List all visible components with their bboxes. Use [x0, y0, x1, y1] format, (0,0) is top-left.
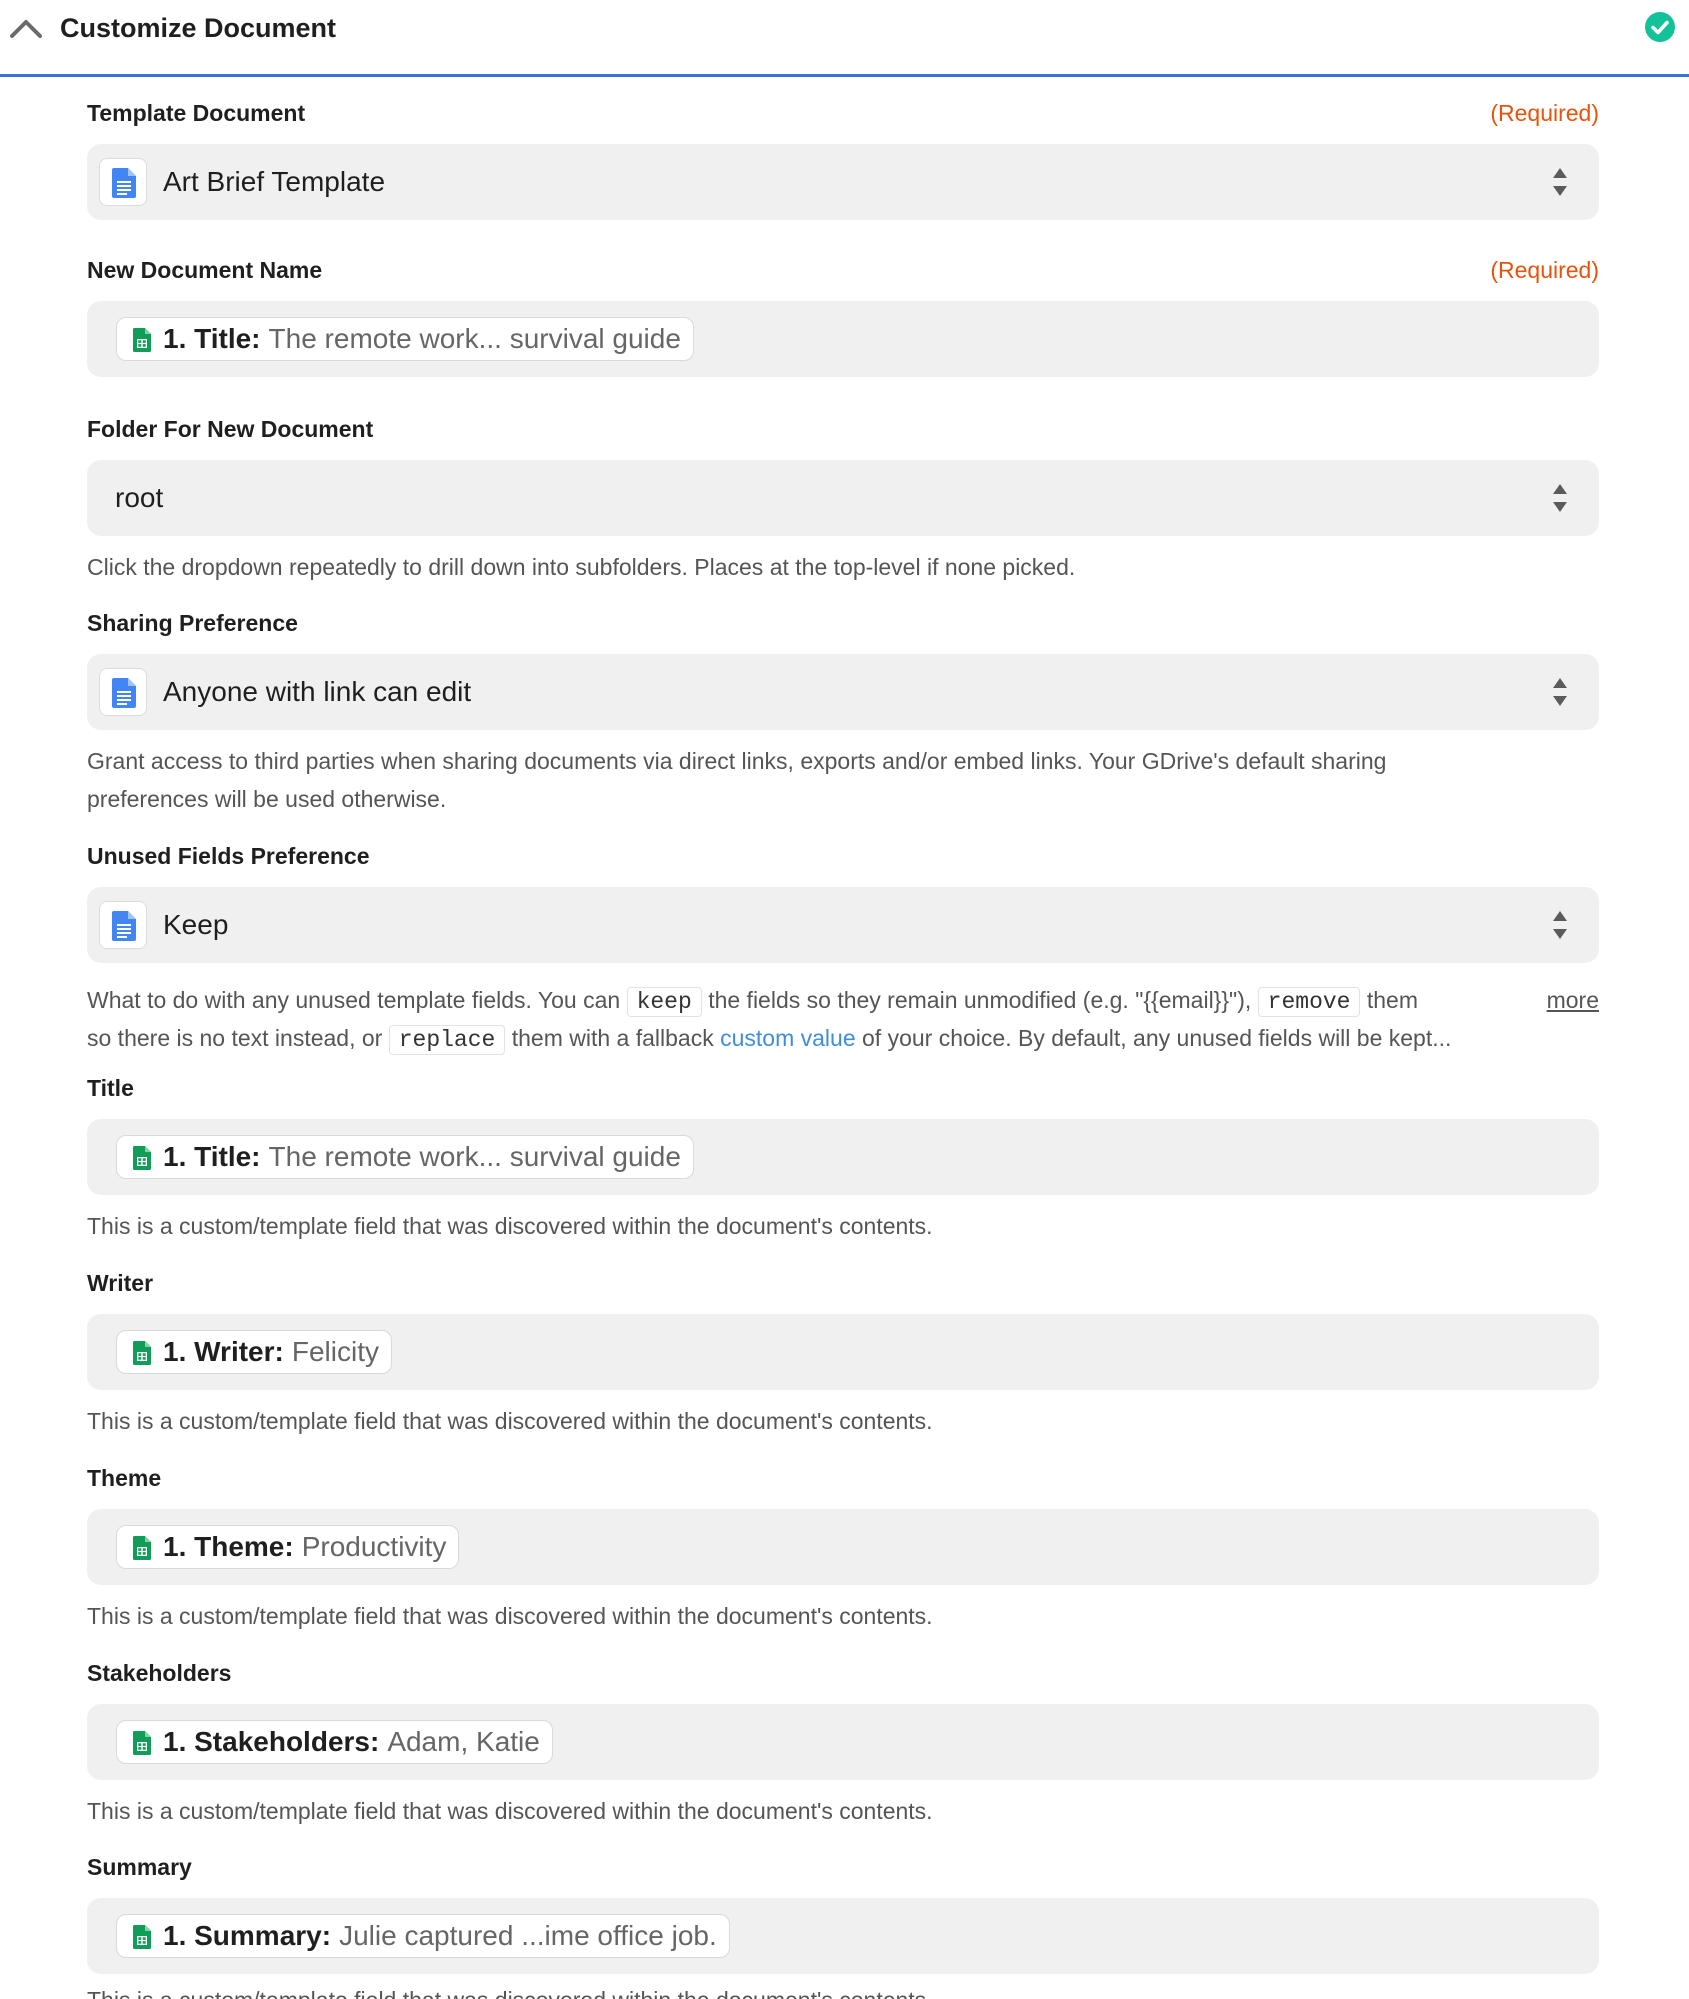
new-document-name-field: New Document Name (Required) 1. Title: Th…: [87, 256, 1599, 386]
pill-key: 1. Summary:: [163, 1920, 332, 1951]
mapped-value-pill[interactable]: 1. Summary: Julie captured ...ime office …: [116, 1914, 730, 1958]
help-text-line-2: preferences will be used otherwise.: [87, 786, 447, 812]
google-sheets-icon: [133, 1536, 151, 1560]
required-marker: (Required): [1490, 257, 1599, 283]
google-sheets-icon: [133, 1146, 151, 1170]
custom-field-input[interactable]: 1. Stakeholders: Adam, Katie: [87, 1704, 1599, 1780]
selected-value: Keep: [163, 909, 229, 940]
section-title[interactable]: Customize Document: [60, 10, 336, 46]
google-docs-icon: [99, 901, 147, 949]
field-label: Template Document: [87, 100, 306, 126]
pill-value: Productivity: [301, 1531, 447, 1562]
google-sheets-icon: [133, 328, 151, 352]
sort-arrows-icon: [1553, 484, 1567, 512]
custom-field-stakeholders: Stakeholders 1. Stakeholders: Adam, Katie…: [87, 1659, 1599, 1829]
custom-field-summary: Summary 1. Summary: Julie captured ...ime…: [87, 1853, 1599, 1999]
help-text-line-1: Grant access to third parties when shari…: [87, 748, 1387, 774]
folder-field: Folder For New Document root Click the d…: [87, 415, 1599, 585]
code-remove: remove: [1257, 987, 1361, 1017]
mapped-value-pill[interactable]: 1. Writer: Felicity: [116, 1330, 392, 1374]
help-fragment: so there is no text instead, or: [87, 1025, 383, 1051]
custom-field-input[interactable]: 1. Theme: Productivity: [87, 1509, 1599, 1585]
help-text-line-2: so there is no text instead, or replace …: [87, 1019, 1451, 1059]
mapped-value-pill[interactable]: 1. Title: The remote work... survival gui…: [116, 317, 694, 361]
pill-value: Adam, Katie: [387, 1726, 540, 1757]
sort-arrows-icon: [1553, 911, 1567, 939]
google-docs-icon: [99, 158, 147, 206]
sharing-preference-select[interactable]: Anyone with link can edit: [87, 654, 1599, 730]
code-replace: replace: [388, 1025, 506, 1055]
help-text: This is a custom/template field that was…: [87, 1213, 933, 1239]
template-document-field: Template Document (Required) Art Brief T…: [87, 99, 1599, 229]
customize-document-panel: Customize Document Template Document (Re…: [0, 0, 1689, 1999]
field-label: Writer: [87, 1270, 154, 1296]
custom-field-input[interactable]: 1. Title: The remote work... survival gui…: [87, 1119, 1599, 1195]
help-fragment: the fields so they remain unmodified (e.…: [708, 987, 1252, 1013]
google-sheets-icon: [133, 1341, 151, 1365]
pill-key: 1. Title:: [163, 1141, 261, 1172]
custom-value-link[interactable]: custom value: [720, 1025, 856, 1051]
code-keep: keep: [626, 987, 702, 1017]
custom-field-input[interactable]: 1. Writer: Felicity: [87, 1314, 1599, 1390]
help-fragment: them with a fallback: [511, 1025, 714, 1051]
help-fragment: What to do with any unused template fiel…: [87, 987, 621, 1013]
field-label: Folder For New Document: [87, 416, 374, 442]
pill-value: The remote work... survival guide: [268, 323, 681, 354]
help-text: This is a custom/template field that was…: [87, 1408, 933, 1434]
check-circle-icon: [1644, 11, 1676, 43]
field-label: Stakeholders: [87, 1660, 232, 1686]
pill-value: Felicity: [291, 1336, 379, 1367]
pill-key: 1. Theme:: [163, 1531, 294, 1562]
help-text: This is a custom/template field that was…: [87, 1603, 933, 1629]
sort-arrows-icon: [1553, 168, 1567, 196]
sharing-preference-field: Sharing Preference Anyone with link can …: [87, 609, 1599, 812]
custom-field-input[interactable]: 1. Summary: Julie captured ...ime office …: [87, 1898, 1599, 1974]
custom-field-writer: Writer 1. Writer: Felicity This is a cust…: [87, 1269, 1599, 1439]
help-fragment: of your choice. By default, any unused f…: [862, 1025, 1452, 1051]
unused-fields-preference-field: Unused Fields Preference Keep What to do…: [87, 842, 1599, 1055]
field-label: Sharing Preference: [87, 610, 298, 636]
pill-value: The remote work... survival guide: [268, 1141, 681, 1172]
help-text: This is a custom/template field that was…: [87, 1981, 933, 1999]
template-document-select[interactable]: Art Brief Template: [87, 144, 1599, 220]
selected-value: root: [115, 482, 164, 513]
help-text-line-1: What to do with any unused template fiel…: [87, 981, 1418, 1021]
google-docs-icon: [99, 668, 147, 716]
selected-value: Anyone with link can edit: [163, 676, 472, 707]
field-label: Unused Fields Preference: [87, 843, 370, 869]
mapped-value-pill[interactable]: 1. Title: The remote work... survival gui…: [116, 1135, 694, 1179]
custom-field-title: Title 1. Title: The remote work... surviv…: [87, 1074, 1599, 1244]
folder-select[interactable]: root: [87, 460, 1599, 536]
help-fragment: them: [1366, 987, 1419, 1013]
help-text: This is a custom/template field that was…: [87, 1798, 933, 1824]
help-text: Click the dropdown repeatedly to drill d…: [87, 554, 1076, 580]
pill-key: 1. Stakeholders:: [163, 1726, 380, 1757]
field-label: Title: [87, 1075, 134, 1101]
pill-key: 1. Writer:: [163, 1336, 284, 1367]
pill-value: Julie captured ...ime office job.: [339, 1920, 717, 1951]
sort-arrows-icon: [1553, 678, 1567, 706]
field-label: New Document Name: [87, 257, 323, 283]
selected-value: Art Brief Template: [163, 166, 386, 197]
custom-field-theme: Theme 1. Theme: Productivity This is a cu…: [87, 1464, 1599, 1634]
field-label: Theme: [87, 1465, 162, 1491]
google-sheets-icon: [133, 1731, 151, 1755]
section-header: Customize Document: [0, 0, 1689, 77]
chevron-up-icon[interactable]: [8, 12, 44, 42]
google-sheets-icon: [133, 1925, 151, 1949]
new-document-name-input[interactable]: 1. Title: The remote work... survival gui…: [87, 301, 1599, 377]
required-marker: (Required): [1490, 100, 1599, 126]
mapped-value-pill[interactable]: 1. Stakeholders: Adam, Katie: [116, 1720, 553, 1764]
field-label: Summary: [87, 1854, 192, 1880]
mapped-value-pill[interactable]: 1. Theme: Productivity: [116, 1525, 460, 1569]
pill-key: 1. Title:: [163, 323, 261, 354]
unused-fields-preference-select[interactable]: Keep: [87, 887, 1599, 963]
more-link[interactable]: more: [1547, 981, 1599, 1019]
